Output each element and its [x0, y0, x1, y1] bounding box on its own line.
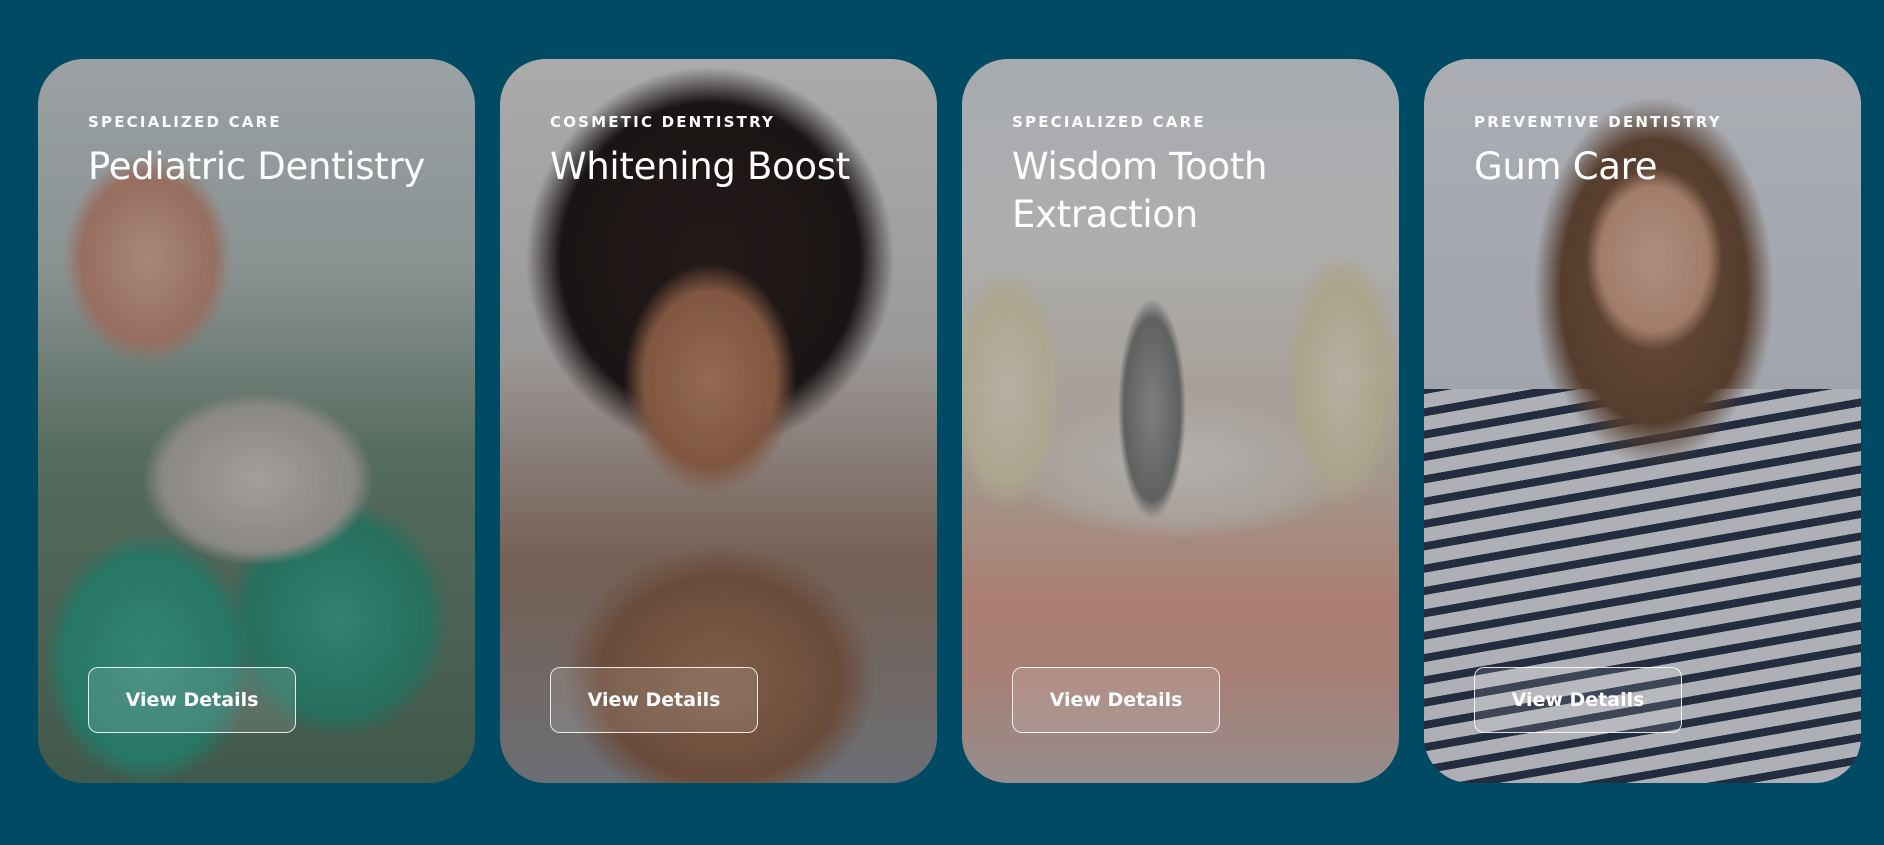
card-title: Gum Care — [1474, 145, 1658, 188]
service-card-wisdom-tooth-extraction[interactable]: SPECIALIZED CARE Wisdom Tooth Extraction… — [962, 59, 1399, 783]
view-details-button[interactable]: View Details — [1474, 667, 1682, 733]
service-cards-row: SPECIALIZED CARE Pediatric Dentistry Vie… — [38, 59, 1861, 783]
card-category: SPECIALIZED CARE — [88, 113, 282, 131]
card-content: SPECIALIZED CARE Pediatric Dentistry — [88, 113, 435, 191]
view-details-button[interactable]: View Details — [550, 667, 758, 733]
service-card-gum-care[interactable]: PREVENTIVE DENTISTRY Gum Care View Detai… — [1424, 59, 1861, 783]
service-card-pediatric-dentistry[interactable]: SPECIALIZED CARE Pediatric Dentistry Vie… — [38, 59, 475, 783]
card-title: Whitening Boost — [550, 145, 850, 188]
card-title: Pediatric Dentistry — [88, 145, 425, 188]
view-details-button[interactable]: View Details — [1012, 667, 1220, 733]
card-title: Wisdom Tooth Extraction — [1012, 145, 1268, 236]
card-category: COSMETIC DENTISTRY — [550, 113, 776, 131]
card-content: SPECIALIZED CARE Wisdom Tooth Extraction — [1012, 113, 1359, 239]
services-section: SPECIALIZED CARE Pediatric Dentistry Vie… — [0, 0, 1884, 845]
card-category: SPECIALIZED CARE — [1012, 113, 1206, 131]
card-content: PREVENTIVE DENTISTRY Gum Care — [1474, 113, 1821, 191]
card-content: COSMETIC DENTISTRY Whitening Boost — [550, 113, 897, 191]
service-card-whitening-boost[interactable]: COSMETIC DENTISTRY Whitening Boost View … — [500, 59, 937, 783]
view-details-button[interactable]: View Details — [88, 667, 296, 733]
card-category: PREVENTIVE DENTISTRY — [1474, 113, 1722, 131]
